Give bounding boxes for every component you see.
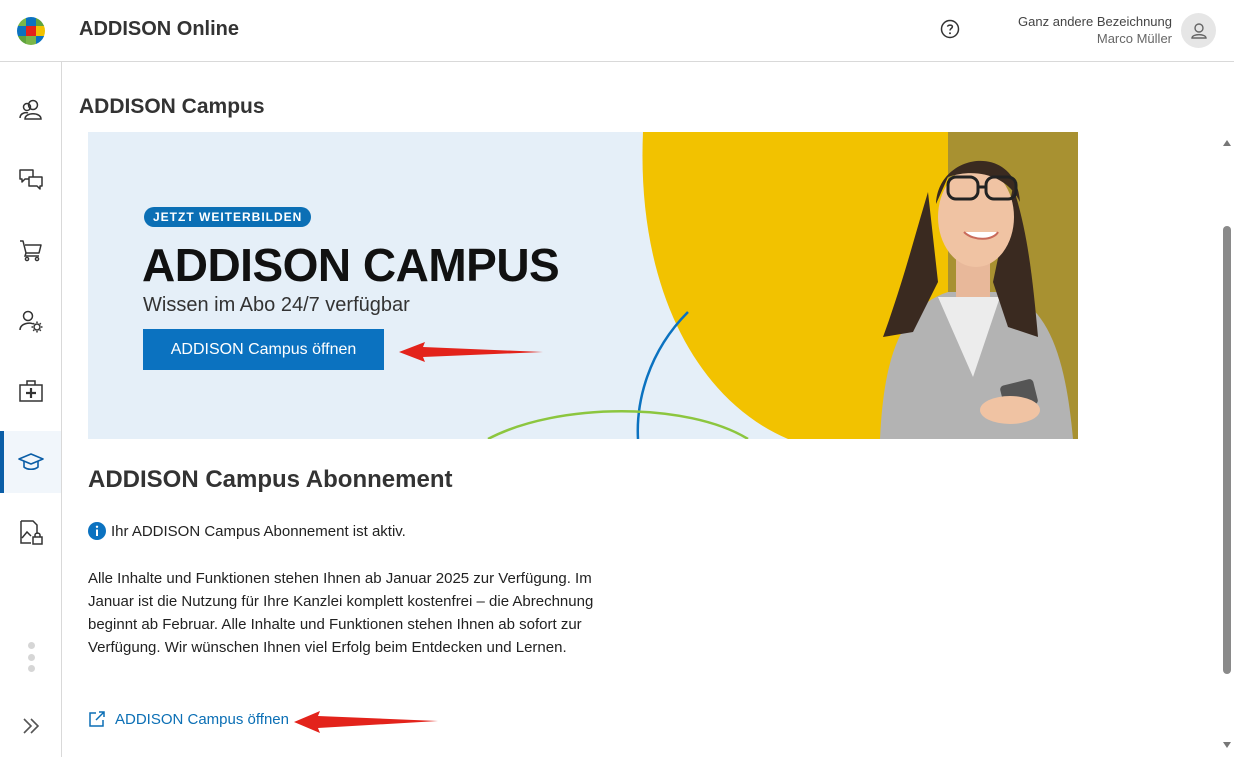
first-aid-kit-icon [18,380,43,402]
double-chevron-right-icon[interactable] [18,714,44,738]
users-icon [18,99,42,120]
cart-icon [19,240,42,262]
sidebar-item-health[interactable] [0,360,61,422]
open-campus-link-text: ADDISON Campus öffnen [115,710,289,728]
main-content: ADDISON Campus JETZT WEITERBILDEN ADDISO… [62,62,1222,757]
scroll-thumb[interactable] [1223,226,1231,674]
open-campus-link[interactable]: ADDISON Campus öffnen [88,710,289,728]
scrollbar[interactable] [1220,130,1234,757]
scroll-up-icon[interactable] [1223,140,1231,146]
scroll-down-icon[interactable] [1223,742,1231,748]
sidebar-item-user-settings[interactable] [0,290,61,352]
sidebar-item-messages[interactable] [0,149,61,211]
chat-icon [18,169,43,190]
graduation-cap-icon [17,453,44,471]
sidebar-nav [0,62,62,757]
app-title: ADDISON Online [79,18,240,40]
subscription-heading: ADDISON Campus Abonnement [88,466,453,493]
banner-badge: JETZT WEITERBILDEN [144,207,312,227]
banner-subtitle: Wissen im Abo 24/7 verfügbar [143,294,410,316]
status-text: Ihr ADDISON Campus Abonnement ist aktiv. [111,522,406,540]
page-title: ADDISON Campus [79,95,265,118]
user-info[interactable]: Ganz andere Bezeichnung Marco Müller [1018,14,1172,47]
user-avatar-icon [1190,22,1207,39]
campus-banner: JETZT WEITERBILDEN ADDISON CAMPUS Wissen… [88,132,1078,439]
subscription-description: Alle Inhalte und Funktionen stehen Ihnen… [88,570,594,656]
info-icon [88,522,106,540]
subscription-status: Ihr ADDISON Campus Abonnement ist aktiv. [88,522,406,540]
open-campus-button[interactable]: ADDISON Campus öffnen [143,329,384,370]
user-organization: Ganz andere Bezeichnung [1018,14,1172,29]
more-vertical-icon[interactable] [23,642,39,672]
user-settings-icon [18,310,42,333]
woman-photo [880,160,1073,439]
help-icon[interactable] [940,19,960,39]
external-link-icon [89,711,105,727]
banner-title: ADDISON CAMPUS [142,239,560,291]
sidebar-item-campus[interactable] [0,431,61,493]
sidebar-item-documents[interactable] [0,501,61,563]
sidebar-item-shop[interactable] [0,219,61,281]
top-header: ADDISON Online Ganz andere Bezeichnung M… [0,0,1234,62]
app-logo-icon [17,17,45,45]
user-name: Marco Müller [1096,31,1172,46]
user-avatar[interactable] [1181,13,1216,48]
sidebar-item-users[interactable] [0,79,61,141]
document-lock-icon [19,520,43,545]
